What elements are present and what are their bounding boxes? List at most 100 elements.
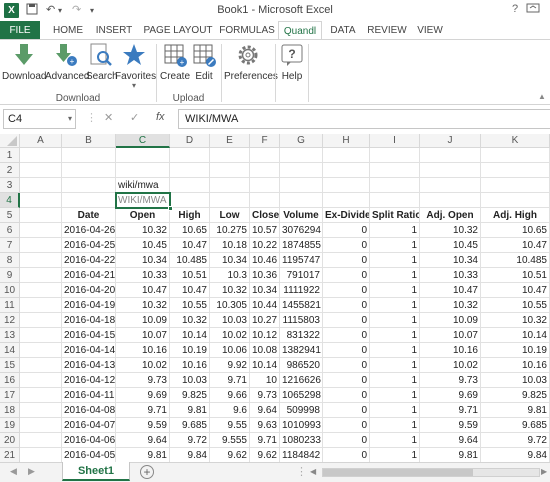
search-button[interactable]: Search — [86, 42, 118, 82]
next-sheet-icon[interactable]: ▶ — [28, 466, 35, 477]
cell-f20[interactable]: 9.71 — [250, 433, 280, 448]
cell-j18[interactable]: 9.71 — [420, 403, 481, 418]
cell-e16[interactable]: 9.71 — [210, 373, 250, 388]
cell-i7[interactable]: 1 — [370, 238, 420, 253]
cell-b2[interactable] — [62, 163, 116, 178]
row-header-6[interactable]: 6 — [0, 223, 20, 238]
cell-k18[interactable]: 9.81 — [481, 403, 550, 418]
save-icon[interactable] — [26, 3, 38, 20]
row-header-20[interactable]: 20 — [0, 433, 20, 448]
cell-g16[interactable]: 1216626 — [280, 373, 323, 388]
cell-g20[interactable]: 1080233 — [280, 433, 323, 448]
tab-home[interactable]: HOME — [49, 21, 87, 40]
cell-b10[interactable]: 2016-04-20 — [62, 283, 116, 298]
cell-g6[interactable]: 3076294 — [280, 223, 323, 238]
cell-b4[interactable] — [62, 193, 116, 208]
cell-e17[interactable]: 9.66 — [210, 388, 250, 403]
cell-d15[interactable]: 10.16 — [170, 358, 210, 373]
cell-k4[interactable] — [481, 193, 550, 208]
cell-f1[interactable] — [250, 148, 280, 163]
cell-j15[interactable]: 10.02 — [420, 358, 481, 373]
cell-i11[interactable]: 1 — [370, 298, 420, 313]
cell-e6[interactable]: 10.275 — [210, 223, 250, 238]
cell-i14[interactable]: 1 — [370, 343, 420, 358]
cell-e3[interactable] — [210, 178, 250, 193]
cell-a16[interactable] — [20, 373, 62, 388]
cell-f3[interactable] — [250, 178, 280, 193]
row-header-21[interactable]: 21 — [0, 448, 20, 463]
cell-e10[interactable]: 10.32 — [210, 283, 250, 298]
row-header-11[interactable]: 11 — [0, 298, 20, 313]
cell-f6[interactable]: 10.57 — [250, 223, 280, 238]
cell-e21[interactable]: 9.62 — [210, 448, 250, 463]
cell-h6[interactable]: 0 — [323, 223, 370, 238]
cell-j6[interactable]: 10.32 — [420, 223, 481, 238]
cell-e19[interactable]: 9.55 — [210, 418, 250, 433]
cell-d3[interactable] — [170, 178, 210, 193]
cell-c10[interactable]: 10.47 — [116, 283, 170, 298]
cell-e14[interactable]: 10.06 — [210, 343, 250, 358]
cell-d9[interactable]: 10.51 — [170, 268, 210, 283]
cell-e18[interactable]: 9.6 — [210, 403, 250, 418]
cell-b3[interactable] — [62, 178, 116, 193]
cell-h9[interactable]: 0 — [323, 268, 370, 283]
row-header-2[interactable]: 2 — [0, 163, 20, 178]
cell-h17[interactable]: 0 — [323, 388, 370, 403]
cell-a13[interactable] — [20, 328, 62, 343]
cell-a10[interactable] — [20, 283, 62, 298]
cell-e11[interactable]: 10.305 — [210, 298, 250, 313]
cell-i5[interactable]: Split Ratio — [370, 208, 420, 223]
column-header-a[interactable]: A — [20, 134, 62, 148]
row-header-8[interactable]: 8 — [0, 253, 20, 268]
cell-k14[interactable]: 10.19 — [481, 343, 550, 358]
cell-c11[interactable]: 10.32 — [116, 298, 170, 313]
row-header-4[interactable]: 4 — [0, 193, 20, 208]
cell-f7[interactable]: 10.22 — [250, 238, 280, 253]
tab-formulas[interactable]: FORMULAS — [219, 21, 275, 40]
column-header-f[interactable]: F — [250, 134, 280, 148]
cell-i20[interactable]: 1 — [370, 433, 420, 448]
cell-a2[interactable] — [20, 163, 62, 178]
horizontal-scrollbar-thumb[interactable] — [323, 469, 473, 476]
cell-f10[interactable]: 10.34 — [250, 283, 280, 298]
cell-b1[interactable] — [62, 148, 116, 163]
cell-f19[interactable]: 9.63 — [250, 418, 280, 433]
cell-b12[interactable]: 2016-04-18 — [62, 313, 116, 328]
cell-j4[interactable] — [420, 193, 481, 208]
cell-f14[interactable]: 10.08 — [250, 343, 280, 358]
cell-h5[interactable]: Ex-Dividend — [323, 208, 370, 223]
cell-c3[interactable]: wiki/mwa — [116, 178, 170, 193]
cell-a12[interactable] — [20, 313, 62, 328]
cell-i8[interactable]: 1 — [370, 253, 420, 268]
cell-j21[interactable]: 9.81 — [420, 448, 481, 463]
cell-i9[interactable]: 1 — [370, 268, 420, 283]
cell-i19[interactable]: 1 — [370, 418, 420, 433]
cancel-icon[interactable]: ✕ — [104, 111, 113, 124]
cell-g5[interactable]: Volume — [280, 208, 323, 223]
cell-e1[interactable] — [210, 148, 250, 163]
cell-b6[interactable]: 2016-04-26 — [62, 223, 116, 238]
cell-h18[interactable]: 0 — [323, 403, 370, 418]
cell-b14[interactable]: 2016-04-14 — [62, 343, 116, 358]
cell-f8[interactable]: 10.46 — [250, 253, 280, 268]
cell-b15[interactable]: 2016-04-13 — [62, 358, 116, 373]
cell-b9[interactable]: 2016-04-21 — [62, 268, 116, 283]
cell-j11[interactable]: 10.32 — [420, 298, 481, 313]
cell-c1[interactable] — [116, 148, 170, 163]
cell-i10[interactable]: 1 — [370, 283, 420, 298]
prev-sheet-icon[interactable]: ◀ — [10, 466, 17, 477]
cell-e5[interactable]: Low — [210, 208, 250, 223]
collapse-ribbon-icon[interactable]: ▲ — [538, 92, 546, 101]
cell-h13[interactable]: 0 — [323, 328, 370, 343]
cell-h10[interactable]: 0 — [323, 283, 370, 298]
create-button[interactable]: + Create — [160, 42, 190, 82]
cell-c6[interactable]: 10.32 — [116, 223, 170, 238]
cell-h2[interactable] — [323, 163, 370, 178]
cell-k12[interactable]: 10.32 — [481, 313, 550, 328]
cell-g4[interactable] — [280, 193, 323, 208]
cell-h20[interactable]: 0 — [323, 433, 370, 448]
cell-j14[interactable]: 10.16 — [420, 343, 481, 358]
cell-a21[interactable] — [20, 448, 62, 463]
row-header-1[interactable]: 1 — [0, 148, 20, 163]
row-header-9[interactable]: 9 — [0, 268, 20, 283]
